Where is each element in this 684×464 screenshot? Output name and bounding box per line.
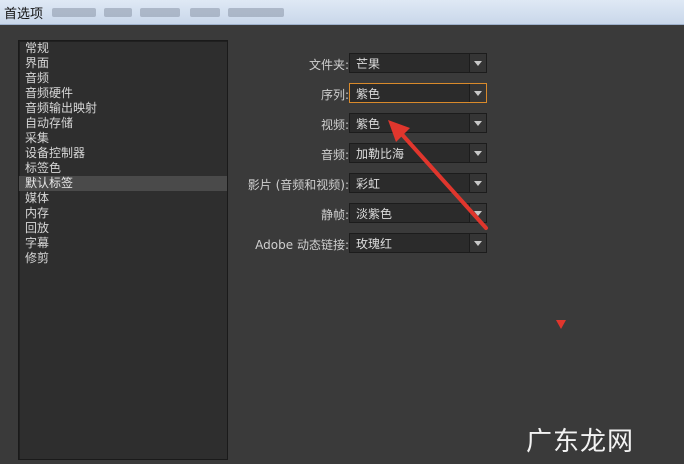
watermark: 广东龙网 (526, 427, 635, 457)
annotation-arrow-icon (388, 120, 488, 230)
red-triangle-icon (556, 320, 566, 329)
